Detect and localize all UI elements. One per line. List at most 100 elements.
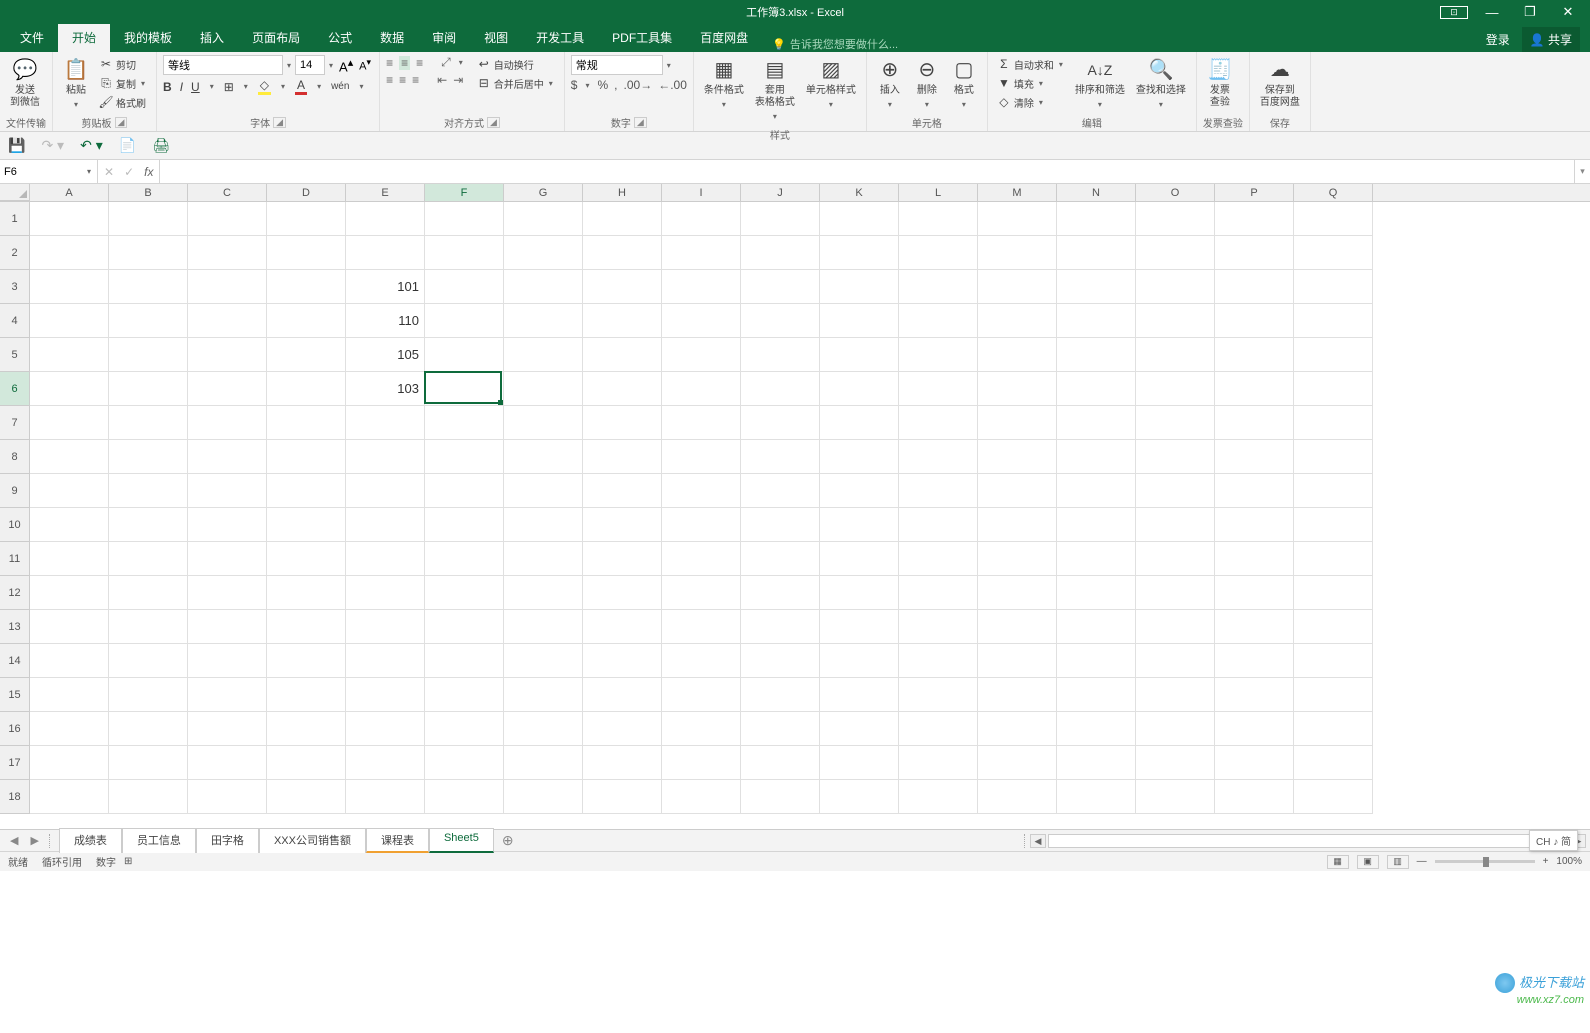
row-header-12[interactable]: 12	[0, 576, 30, 610]
cell[interactable]	[346, 542, 425, 576]
cell[interactable]	[30, 780, 109, 814]
cell[interactable]	[504, 678, 583, 712]
row-header-18[interactable]: 18	[0, 780, 30, 814]
cell[interactable]	[1215, 406, 1294, 440]
cell[interactable]	[583, 780, 662, 814]
decrease-decimal-button[interactable]: ←.00	[658, 78, 687, 92]
cell[interactable]	[1294, 542, 1373, 576]
cell[interactable]	[820, 746, 899, 780]
cell[interactable]	[1057, 508, 1136, 542]
cell[interactable]	[425, 746, 504, 780]
col-header-M[interactable]: M	[978, 184, 1057, 201]
cell[interactable]	[425, 338, 504, 372]
cell[interactable]	[662, 440, 741, 474]
cell[interactable]	[30, 644, 109, 678]
cell[interactable]	[267, 746, 346, 780]
align-center-button[interactable]: ≡	[399, 73, 406, 87]
cell[interactable]	[820, 474, 899, 508]
cell[interactable]	[425, 236, 504, 270]
align-middle-button[interactable]: ≡	[399, 56, 410, 70]
sheet-tab-0[interactable]: 成绩表	[59, 828, 122, 853]
cell[interactable]	[188, 338, 267, 372]
paste-button[interactable]: 📋 粘贴▾	[59, 55, 93, 113]
font-name-select[interactable]	[163, 55, 283, 75]
select-all-button[interactable]	[0, 184, 30, 201]
delete-cell-button[interactable]: ⊖删除▾	[910, 55, 944, 113]
cell[interactable]	[1136, 474, 1215, 508]
cell[interactable]	[583, 338, 662, 372]
cell[interactable]	[820, 440, 899, 474]
cell[interactable]	[978, 780, 1057, 814]
cell[interactable]	[1057, 780, 1136, 814]
cell[interactable]	[662, 406, 741, 440]
cell[interactable]	[425, 576, 504, 610]
align-bottom-button[interactable]: ≡	[416, 56, 423, 70]
cell[interactable]	[425, 508, 504, 542]
expand-formula-button[interactable]: ▾	[1574, 160, 1590, 183]
enter-formula-button[interactable]: ✓	[124, 165, 134, 179]
format-cell-button[interactable]: ▢格式▾	[947, 55, 981, 113]
cell[interactable]	[741, 474, 820, 508]
row-header-7[interactable]: 7	[0, 406, 30, 440]
cell[interactable]	[741, 508, 820, 542]
fill-color-button[interactable]: ◇	[258, 78, 271, 95]
cell[interactable]	[267, 236, 346, 270]
cell[interactable]	[267, 678, 346, 712]
cell[interactable]	[188, 406, 267, 440]
spreadsheet-grid[interactable]: ABCDEFGHIJKLMNOPQ 1234567891011121314151…	[0, 184, 1590, 829]
cell[interactable]	[267, 712, 346, 746]
cell[interactable]	[820, 202, 899, 236]
cell[interactable]	[899, 610, 978, 644]
cell[interactable]	[899, 440, 978, 474]
cell[interactable]	[346, 202, 425, 236]
cell[interactable]	[109, 474, 188, 508]
cell[interactable]	[188, 440, 267, 474]
row-header-1[interactable]: 1	[0, 202, 30, 236]
cell[interactable]	[741, 542, 820, 576]
cell[interactable]	[1057, 576, 1136, 610]
cell[interactable]	[583, 304, 662, 338]
menu-tab-7[interactable]: 审阅	[418, 23, 470, 52]
cell[interactable]	[1215, 746, 1294, 780]
cell[interactable]	[899, 474, 978, 508]
cell[interactable]	[504, 542, 583, 576]
col-header-P[interactable]: P	[1215, 184, 1294, 201]
cell[interactable]	[583, 474, 662, 508]
cell[interactable]	[1294, 780, 1373, 814]
cell[interactable]	[583, 678, 662, 712]
cell[interactable]	[899, 338, 978, 372]
cell[interactable]	[504, 440, 583, 474]
cell[interactable]	[978, 338, 1057, 372]
cell[interactable]	[662, 542, 741, 576]
cell[interactable]	[820, 678, 899, 712]
cell[interactable]	[109, 270, 188, 304]
currency-button[interactable]: $	[571, 78, 578, 92]
cell[interactable]	[188, 508, 267, 542]
cell[interactable]	[899, 304, 978, 338]
cell[interactable]	[899, 746, 978, 780]
cell[interactable]	[978, 474, 1057, 508]
increase-indent-button[interactable]: ⇥	[453, 73, 463, 87]
cell[interactable]	[1136, 712, 1215, 746]
cell[interactable]	[425, 440, 504, 474]
row-header-5[interactable]: 5	[0, 338, 30, 372]
cell[interactable]	[30, 746, 109, 780]
cell[interactable]	[188, 780, 267, 814]
cell[interactable]	[30, 508, 109, 542]
cell[interactable]	[1136, 542, 1215, 576]
cell[interactable]	[109, 372, 188, 406]
sheet-tab-1[interactable]: 员工信息	[122, 828, 196, 853]
col-header-K[interactable]: K	[820, 184, 899, 201]
cell[interactable]	[425, 372, 504, 406]
cell[interactable]: 105	[346, 338, 425, 372]
copy-button[interactable]: ⎘复制▾	[96, 74, 150, 92]
cell[interactable]	[1136, 270, 1215, 304]
cell[interactable]	[1136, 440, 1215, 474]
cell[interactable]	[899, 712, 978, 746]
cell[interactable]	[1057, 474, 1136, 508]
cell[interactable]	[1215, 678, 1294, 712]
cell[interactable]	[1057, 610, 1136, 644]
cell[interactable]	[346, 576, 425, 610]
decrease-indent-button[interactable]: ⇤	[437, 73, 447, 87]
cell[interactable]	[662, 304, 741, 338]
